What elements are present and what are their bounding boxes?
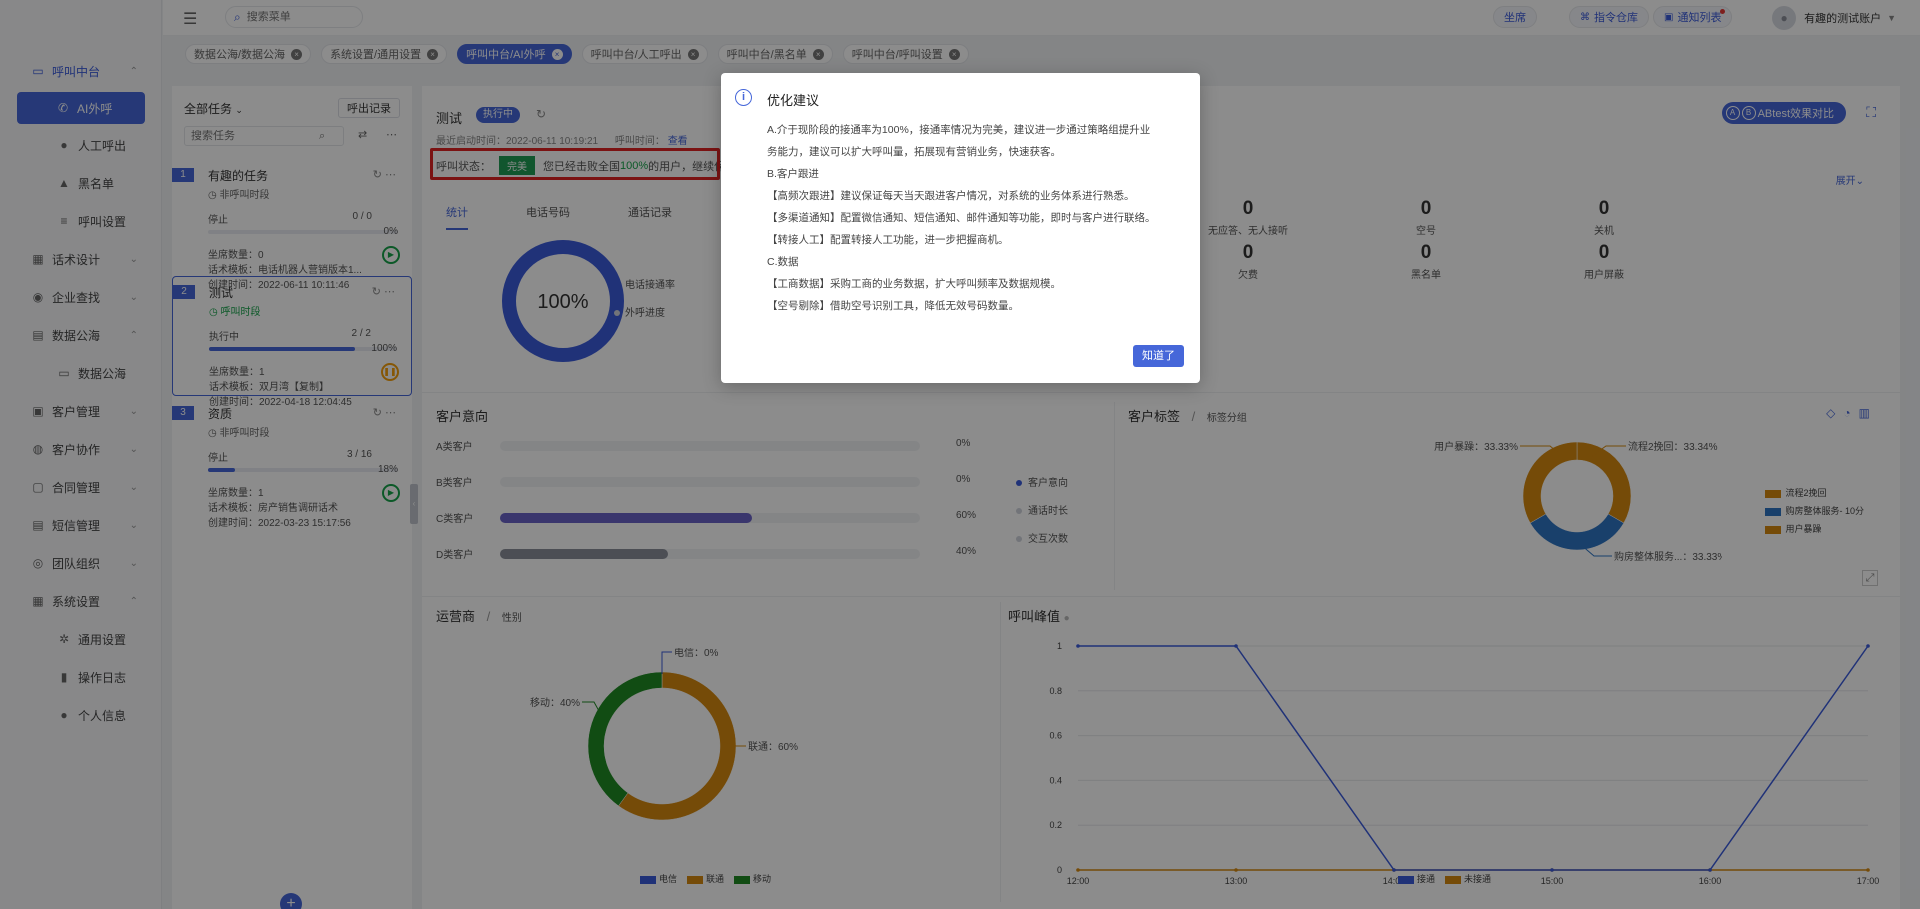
modal-title: 优化建议 xyxy=(767,93,820,108)
got-it-button[interactable]: 知道了 xyxy=(1133,345,1184,367)
modal-line: B.客户跟进 xyxy=(767,168,819,180)
modal-body: A.介于现阶段的接通率为100%，接通率情况为完美，建议进一步通过策略组提升业务… xyxy=(767,119,1187,317)
modal-line: A.介于现阶段的接通率为100%，接通率情况为完美，建议进一步通过策略组提升业 xyxy=(767,124,1151,136)
info-icon: i xyxy=(735,89,752,106)
modal-line: 【工商数据】采购工商的业务数据，扩大呼叫频率及数据规模。 xyxy=(767,278,1061,290)
optimization-modal: i 优化建议 A.介于现阶段的接通率为100%，接通率情况为完美，建议进一步通过… xyxy=(721,73,1200,383)
modal-line: 【高频次跟进】建议保证每天当天跟进客户情况，对系统的业务体系进行熟悉。 xyxy=(767,190,1135,202)
modal-line: 【转接人工】配置转接人工功能，进一步把握商机。 xyxy=(767,234,1009,246)
modal-line: 【空号剔除】借助空号识别工具，降低无效号码数量。 xyxy=(767,300,1019,312)
modal-line: C.数据 xyxy=(767,256,799,268)
modal-line: 【多渠道通知】配置微信通知、短信通知、邮件通知等功能，即时与客户进行联络。 xyxy=(767,212,1156,224)
modal-line: 务能力，建议可以扩大呼叫量，拓展现有营销业务，快速获客。 xyxy=(767,146,1061,158)
